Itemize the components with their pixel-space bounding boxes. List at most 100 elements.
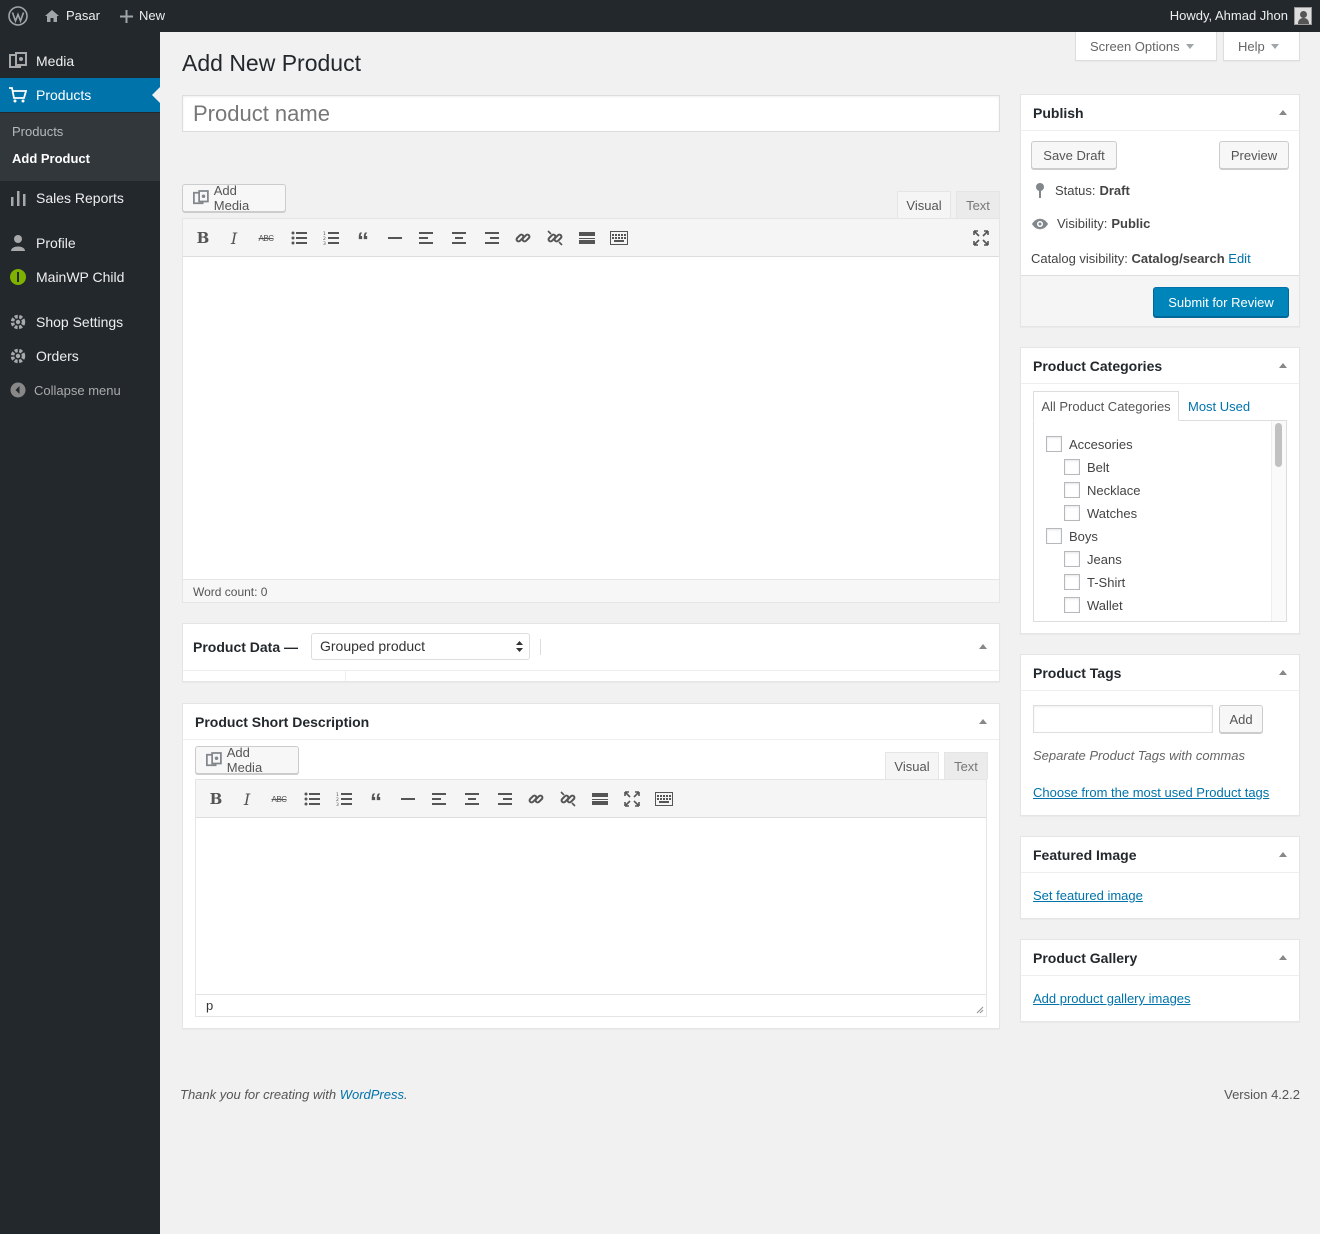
sidebar-item-mainwp-child[interactable]: MainWP Child — [0, 260, 160, 294]
tab-text[interactable]: Text — [944, 752, 988, 779]
category-checkbox[interactable] — [1064, 459, 1080, 475]
category-checkbox[interactable] — [1064, 597, 1080, 613]
fullscreen-icon[interactable] — [620, 787, 644, 811]
category-item[interactable]: Belt — [1064, 459, 1109, 475]
bullet-list-icon[interactable] — [300, 787, 324, 811]
category-item[interactable]: Watches — [1064, 505, 1137, 521]
product-type-select[interactable]: Grouped product — [311, 633, 530, 660]
collapse-toggle-icon[interactable] — [979, 644, 987, 649]
bullet-list-icon[interactable] — [287, 226, 311, 250]
tab-visual[interactable]: Visual — [885, 752, 939, 779]
add-media-button[interactable]: Add Media — [195, 745, 299, 775]
save-draft-button[interactable]: Save Draft — [1031, 141, 1117, 169]
select-arrows-icon — [516, 641, 523, 652]
category-item[interactable]: Boys — [1046, 528, 1098, 544]
category-item[interactable]: T-Shirt — [1064, 574, 1125, 590]
svg-text:3: 3 — [336, 802, 339, 806]
sidebar-item-orders[interactable]: Orders — [0, 339, 160, 373]
align-center-icon[interactable] — [460, 787, 484, 811]
account-menu[interactable]: Howdy, Ahmad Jhon — [1170, 0, 1312, 32]
unlink-icon[interactable] — [556, 787, 580, 811]
sidebar-item-profile[interactable]: Profile — [0, 226, 160, 260]
align-center-icon[interactable] — [447, 226, 471, 250]
numbered-list-icon[interactable]: 123 — [332, 787, 356, 811]
category-checkbox[interactable] — [1046, 528, 1062, 544]
collapse-toggle-icon[interactable] — [1279, 852, 1287, 857]
category-checkbox[interactable] — [1064, 482, 1080, 498]
product-name-input[interactable] — [183, 96, 999, 131]
bold-icon[interactable]: B — [191, 226, 215, 250]
read-more-icon[interactable] — [575, 226, 599, 250]
resize-handle-icon[interactable] — [974, 1004, 984, 1014]
add-media-button[interactable]: Add Media — [182, 183, 286, 213]
set-featured-image-link[interactable]: Set featured image — [1033, 888, 1143, 903]
mainwp-icon — [0, 268, 36, 286]
toolbar-toggle-icon[interactable] — [652, 787, 676, 811]
scrollbar-thumb[interactable] — [1275, 423, 1282, 467]
collapse-toggle-icon[interactable] — [979, 719, 987, 724]
submenu-item-products[interactable]: Products — [12, 124, 63, 139]
collapse-menu-button[interactable]: Collapse menu — [10, 382, 121, 398]
help-button[interactable]: Help — [1223, 32, 1300, 61]
collapse-toggle-icon[interactable] — [1279, 955, 1287, 960]
collapse-toggle-icon[interactable] — [1279, 363, 1287, 368]
category-checkbox[interactable] — [1064, 574, 1080, 590]
italic-icon[interactable]: I — [222, 226, 246, 250]
align-right-icon[interactable] — [479, 226, 503, 250]
tab-text[interactable]: Text — [956, 191, 1000, 218]
add-gallery-images-link[interactable]: Add product gallery images — [1033, 991, 1191, 1006]
category-checkbox[interactable] — [1064, 551, 1080, 567]
category-item[interactable]: Accesories — [1046, 436, 1133, 452]
read-more-icon[interactable] — [588, 787, 612, 811]
collapse-toggle-icon[interactable] — [1279, 110, 1287, 115]
category-checklist: Accesories Belt Necklace Watches Boys Je… — [1033, 420, 1287, 622]
add-media-label: Add Media — [213, 183, 250, 213]
wordpress-logo-icon[interactable] — [8, 0, 28, 32]
media-icon — [0, 52, 36, 70]
new-tag-input[interactable] — [1033, 705, 1213, 733]
sidebar-item-products[interactable]: Products — [0, 78, 160, 112]
category-checkbox[interactable] — [1046, 436, 1062, 452]
submit-for-review-button[interactable]: Submit for Review — [1153, 287, 1289, 317]
scrollbar[interactable] — [1271, 421, 1286, 621]
new-content-link[interactable]: New — [120, 0, 165, 32]
fullscreen-icon[interactable] — [969, 226, 993, 250]
strikethrough-icon[interactable]: ABC — [267, 787, 291, 811]
sidebar-item-shop-settings[interactable]: Shop Settings — [0, 305, 160, 339]
tab-all-product-categories[interactable]: All Product Categories — [1033, 391, 1179, 421]
link-icon[interactable] — [511, 226, 535, 250]
category-item[interactable]: Wallet — [1064, 597, 1123, 613]
horizontal-line-icon[interactable] — [383, 226, 407, 250]
screen-options-button[interactable]: Screen Options — [1075, 32, 1217, 61]
bold-icon[interactable]: B — [204, 787, 228, 811]
strikethrough-icon[interactable]: ABC — [254, 226, 278, 250]
category-checkbox[interactable] — [1064, 505, 1080, 521]
sidebar-item-sales-reports[interactable]: Sales Reports — [0, 181, 160, 215]
publish-actions: Submit for Review — [1021, 275, 1299, 326]
horizontal-line-icon[interactable] — [396, 787, 420, 811]
blockquote-icon[interactable]: “ — [364, 787, 388, 815]
category-item[interactable]: Necklace — [1064, 482, 1140, 498]
sidebar-item-media[interactable]: Media — [0, 44, 160, 78]
submenu-item-add-product[interactable]: Add Product — [12, 151, 90, 166]
toolbar-toggle-icon[interactable] — [607, 226, 631, 250]
tab-visual[interactable]: Visual — [897, 191, 951, 218]
site-name-link[interactable]: Pasar — [44, 0, 100, 32]
align-right-icon[interactable] — [492, 787, 516, 811]
align-left-icon[interactable] — [428, 787, 452, 811]
blockquote-icon[interactable]: “ — [351, 226, 375, 254]
align-left-icon[interactable] — [415, 226, 439, 250]
add-tag-button[interactable]: Add — [1219, 705, 1263, 733]
wordpress-link[interactable]: WordPress — [340, 1087, 404, 1102]
italic-icon[interactable]: I — [235, 787, 259, 811]
catalog-visibility-edit-link[interactable]: Edit — [1228, 251, 1250, 266]
tab-most-used[interactable]: Most Used — [1188, 391, 1250, 421]
category-item[interactable]: Jeans — [1064, 551, 1122, 567]
link-icon[interactable] — [524, 787, 548, 811]
numbered-list-icon[interactable]: 123 — [319, 226, 343, 250]
unlink-icon[interactable] — [543, 226, 567, 250]
word-count: Word count: 0 — [183, 579, 999, 602]
preview-button[interactable]: Preview — [1219, 141, 1289, 169]
choose-most-used-tags-link[interactable]: Choose from the most used Product tags — [1033, 785, 1269, 800]
collapse-toggle-icon[interactable] — [1279, 670, 1287, 675]
